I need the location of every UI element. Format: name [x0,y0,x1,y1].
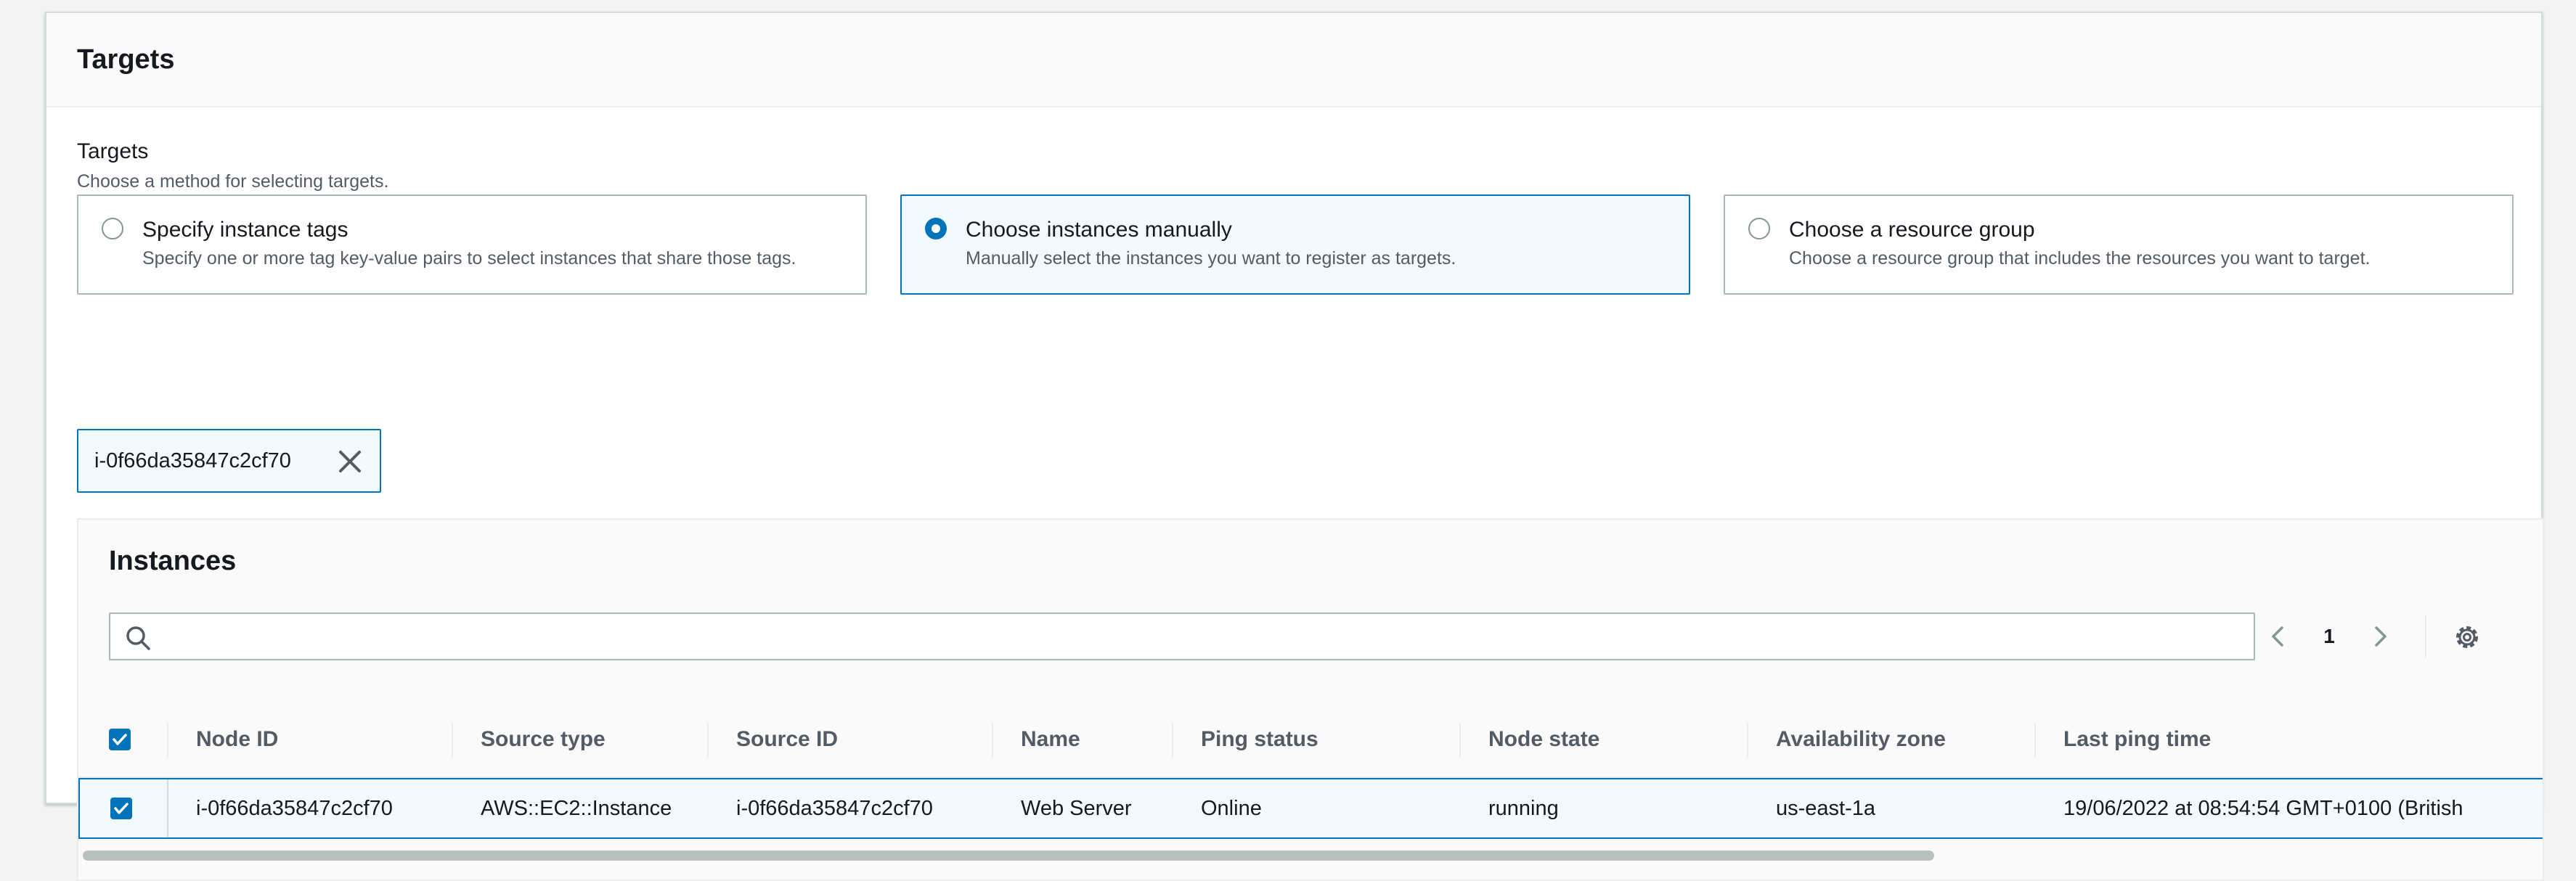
targets-panel: Targets Targets Choose a method for sele… [45,12,2544,881]
column-header-source-type[interactable]: Source type [452,702,707,776]
cell-name: Web Server [1021,796,1132,820]
column-header-ping-status[interactable]: Ping status [1172,702,1459,776]
tile-description: Manually select the instances you want t… [966,248,1456,269]
toolbar-divider [2425,615,2426,657]
select-all-checkbox[interactable] [109,729,131,750]
chevron-right-icon [2375,626,2387,647]
radio-choose-instances-manually[interactable] [925,218,947,239]
tile-specify-instance-tags[interactable]: Specify instance tags Specify one or mor… [77,194,867,295]
tile-title: Specify instance tags [142,218,349,242]
targets-field-description: Choose a method for selecting targets. [77,171,389,192]
checkmark-icon [114,803,129,814]
column-header-node-id[interactable]: Node ID [167,702,452,776]
panel-header: Targets [46,13,2541,107]
instances-table-container: Instances 1 Node ID Source type Source I… [77,518,2544,881]
column-header-name[interactable]: Name [992,702,1172,776]
close-icon[interactable] [336,448,364,475]
targets-field-label: Targets [77,139,149,163]
token-label: i-0f66da35847c2cf70 [94,448,291,472]
checkmark-icon [113,734,127,745]
panel-title: Targets [77,44,175,75]
cell-availability-zone: us-east-1a [1776,796,1876,820]
table-header: Node ID Source type Source ID Name Ping … [78,702,2543,778]
search-input[interactable] [161,618,2238,655]
column-header-last-ping-time[interactable]: Last ping time [2034,702,2543,776]
current-page-number[interactable]: 1 [2293,625,2365,648]
cell-ping-status: Online [1201,796,1262,820]
radio-choose-resource-group[interactable] [1748,218,1770,239]
cell-last-ping-time: 19/06/2022 at 08:54:54 GMT+0100 (British [2063,796,2463,820]
column-header-availability-zone[interactable]: Availability zone [1747,702,2034,776]
scrollbar-thumb[interactable] [83,851,1934,861]
pagination: 1 [2264,612,2394,660]
next-page-button[interactable] [2365,622,2394,651]
tile-description: Choose a resource group that includes th… [1789,248,2371,269]
tile-choose-resource-group[interactable]: Choose a resource group Choose a resourc… [1724,194,2514,295]
tile-title: Choose a resource group [1789,218,2035,242]
gear-icon[interactable] [2451,621,2483,653]
select-all-cell [78,702,166,776]
row-select-cell [80,779,167,837]
cell-source-id: i-0f66da35847c2cf70 [736,796,933,820]
row-checkbox[interactable] [110,798,132,819]
tile-choose-instances-manually[interactable]: Choose instances manually Manually selec… [900,194,1690,295]
horizontal-scrollbar[interactable] [78,846,2543,864]
cell-node-state: running [1488,796,1559,820]
previous-page-button[interactable] [2264,622,2293,651]
instances-table: Node ID Source type Source ID Name Ping … [78,702,2543,839]
cell-node-id: i-0f66da35847c2cf70 [167,779,452,837]
instances-title: Instances [109,546,237,576]
selected-instance-token: i-0f66da35847c2cf70 [77,429,381,493]
instances-search [109,612,2255,660]
table-row[interactable]: i-0f66da35847c2cf70 AWS::EC2::Instance i… [78,778,2543,839]
column-header-node-state[interactable]: Node state [1459,702,1747,776]
cell-source-type: AWS::EC2::Instance [481,796,672,820]
column-header-source-id[interactable]: Source ID [707,702,992,776]
tile-description: Specify one or more tag key-value pairs … [142,248,796,269]
tile-title: Choose instances manually [966,218,1232,242]
radio-specify-instance-tags[interactable] [102,218,123,239]
chevron-left-icon [2272,626,2283,647]
target-method-tiles: Specify instance tags Specify one or mor… [77,194,2514,296]
search-icon [126,626,150,650]
